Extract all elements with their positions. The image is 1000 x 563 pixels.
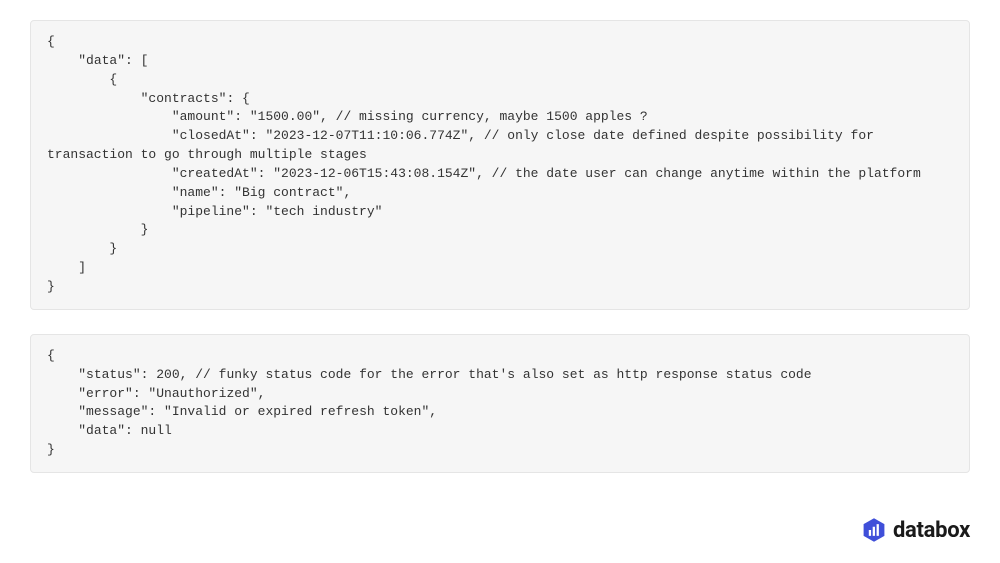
- databox-icon: [861, 517, 887, 543]
- page-container: { "data": [ { "contracts": { "amount": "…: [0, 0, 1000, 563]
- code-block-1: { "data": [ { "contracts": { "amount": "…: [30, 20, 970, 310]
- brand-logo: databox: [861, 517, 970, 543]
- code-block-2: { "status": 200, // funky status code fo…: [30, 334, 970, 473]
- brand-name: databox: [893, 518, 970, 543]
